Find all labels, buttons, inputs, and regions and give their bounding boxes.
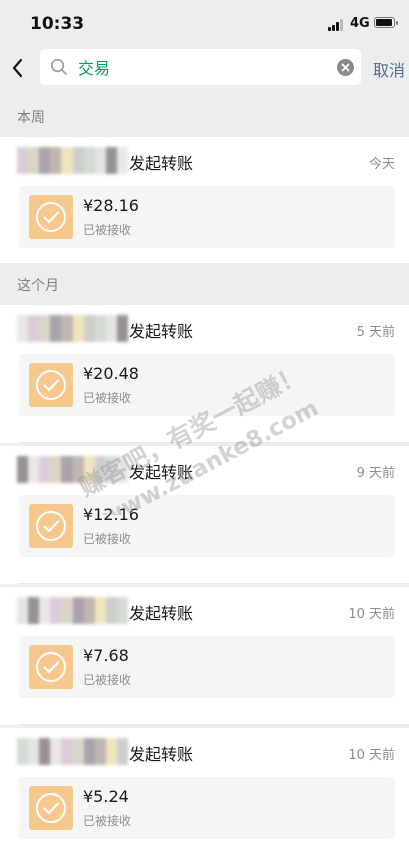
transfer-amount: ¥7.68: [83, 646, 129, 665]
check-circle-icon: [36, 511, 66, 541]
back-button[interactable]: [6, 50, 34, 86]
transfer-amount: ¥20.48: [83, 364, 139, 383]
transfer-check-icon: [29, 645, 73, 689]
battery-icon: [374, 17, 398, 28]
check-circle-icon: [36, 202, 66, 232]
search-icon: [50, 58, 67, 75]
signal-icon: [328, 18, 346, 31]
transfer-amount: ¥12.16: [83, 505, 139, 524]
search-input[interactable]: [78, 57, 328, 76]
transfer-amount: ¥5.24: [83, 787, 129, 806]
transaction-record[interactable]: 发起转账 9 天前 ¥12.16 已被接收: [0, 446, 409, 584]
section-title: 这个月: [17, 278, 59, 294]
transfer-check-icon: [29, 363, 73, 407]
transfer-status: 已被接收: [83, 391, 132, 405]
cancel-button[interactable]: 取消: [373, 57, 405, 81]
clear-search-button[interactable]: [337, 59, 354, 76]
divider: [18, 442, 409, 443]
transaction-record[interactable]: 发起转账 10 天前 ¥7.68 已被接收: [0, 587, 409, 725]
contact-avatar-mosaic: [17, 147, 128, 174]
record-time: 9 天前: [356, 466, 395, 481]
transfer-status: 已被接收: [83, 814, 132, 828]
search-bar: 取消: [0, 46, 409, 90]
transfer-status: 已被接收: [83, 223, 132, 237]
check-circle-icon: [36, 652, 66, 682]
contact-avatar-mosaic: [17, 315, 128, 342]
record-time: 10 天前: [348, 607, 395, 622]
transfer-card[interactable]: ¥5.24 已被接收: [19, 777, 395, 839]
status-bar: 10:33 4G: [0, 0, 409, 46]
transfer-card[interactable]: ¥7.68 已被接收: [19, 636, 395, 698]
transfer-amount: ¥28.16: [83, 196, 139, 215]
divider: [18, 724, 409, 725]
record-time: 今天: [368, 157, 395, 172]
section-header-this-month: 这个月: [0, 268, 409, 300]
record-title: 发起转账: [129, 745, 194, 764]
check-circle-icon: [36, 793, 66, 823]
divider: [18, 583, 409, 584]
record-title: 发起转账: [129, 154, 194, 173]
transfer-status: 已被接收: [83, 532, 132, 546]
record-title: 发起转账: [129, 463, 194, 482]
transaction-record[interactable]: 发起转账 今天 ¥28.16 已被接收: [0, 137, 409, 263]
chevron-left-icon: [12, 58, 23, 78]
transfer-card[interactable]: ¥28.16 已被接收: [19, 186, 395, 248]
record-title: 发起转账: [129, 322, 194, 341]
record-title: 发起转账: [129, 604, 194, 623]
clear-icon: [341, 63, 350, 72]
network-label: 4G: [350, 16, 370, 31]
transfer-check-icon: [29, 195, 73, 239]
check-circle-icon: [36, 370, 66, 400]
record-time: 10 天前: [348, 748, 395, 763]
record-time: 5 天前: [356, 325, 395, 340]
section-title: 本周: [17, 110, 45, 126]
contact-avatar-mosaic: [17, 738, 128, 765]
search-box[interactable]: [40, 49, 361, 85]
transfer-check-icon: [29, 504, 73, 548]
transaction-record[interactable]: 发起转账 5 天前 ¥20.48 已被接收: [0, 305, 409, 443]
status-time: 10:33: [30, 14, 85, 34]
transfer-status: 已被接收: [83, 673, 132, 687]
contact-avatar-mosaic: [17, 597, 128, 624]
section-header-this-week: 本周: [0, 100, 409, 132]
transfer-card[interactable]: ¥12.16 已被接收: [19, 495, 395, 557]
contact-avatar-mosaic: [17, 456, 128, 483]
transfer-card[interactable]: ¥20.48 已被接收: [19, 354, 395, 416]
transfer-check-icon: [29, 786, 73, 830]
transaction-record[interactable]: 发起转账 10 天前 ¥5.24 已被接收: [0, 728, 409, 857]
